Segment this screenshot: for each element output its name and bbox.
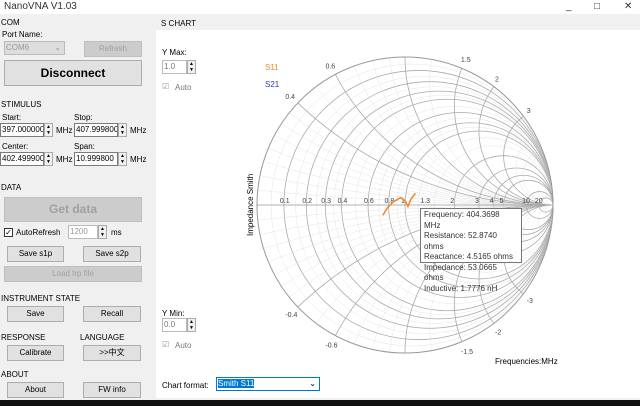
real-tick-label: 10 — [522, 198, 530, 205]
marker-tooltip: Frequency: 404.3698 MHz Resistance: 52.8… — [420, 208, 522, 293]
real-tick-label: 0.3 — [321, 198, 331, 205]
real-tick-label: 0.4 — [338, 198, 348, 205]
tooltip-impedance: Impedance: 53.0665 ohms — [424, 262, 497, 283]
real-tick-label: 5 — [500, 198, 504, 205]
legend-s11: S11 — [265, 63, 279, 72]
real-tick-label: 0.2 — [302, 198, 312, 205]
y-axis-label: Impedance Smith — [246, 173, 255, 236]
reactance-arc — [453, 68, 554, 206]
tooltip-frequency: Frequency: 404.3698 MHz — [424, 210, 500, 230]
imag-tick-label: 1.5 — [461, 57, 471, 64]
imag-tick-label: -0.4 — [285, 312, 297, 319]
real-tick-label: 1.3 — [420, 198, 430, 205]
real-tick-label: 0.1 — [280, 198, 290, 205]
taskbar — [0, 400, 640, 406]
imag-tick-label: 2 — [495, 76, 499, 83]
legend-s21: S21 — [265, 80, 280, 89]
imag-tick-label: 3 — [527, 108, 531, 115]
imag-tick-label: -2 — [495, 330, 501, 337]
tooltip-inductive: Inductive: 1.7776 nH — [424, 283, 498, 293]
smith-chart[interactable]: 0.1 0.2 0.3 0.4 0.6 0.8 1 1.3 2 3 4 5 10 200.40.61.52… — [0, 0, 640, 406]
imag-tick-label: -1.5 — [461, 349, 473, 356]
real-tick-label: 20 — [535, 198, 543, 205]
real-tick-label: 0.6 — [364, 198, 374, 205]
imag-tick-label: 0.6 — [325, 63, 335, 70]
real-tick-label: 3 — [475, 198, 479, 205]
imag-tick-label: -0.6 — [325, 343, 337, 350]
imag-tick-label: 0.4 — [285, 94, 295, 101]
tooltip-reactance: Reactance: 4.5165 ohms — [424, 252, 513, 261]
tooltip-resistance: Resistance: 52.8740 ohms — [424, 231, 497, 251]
real-tick-label: 4 — [490, 198, 494, 205]
real-tick-label: 2 — [450, 198, 454, 205]
imag-tick-label: -3 — [527, 298, 533, 305]
